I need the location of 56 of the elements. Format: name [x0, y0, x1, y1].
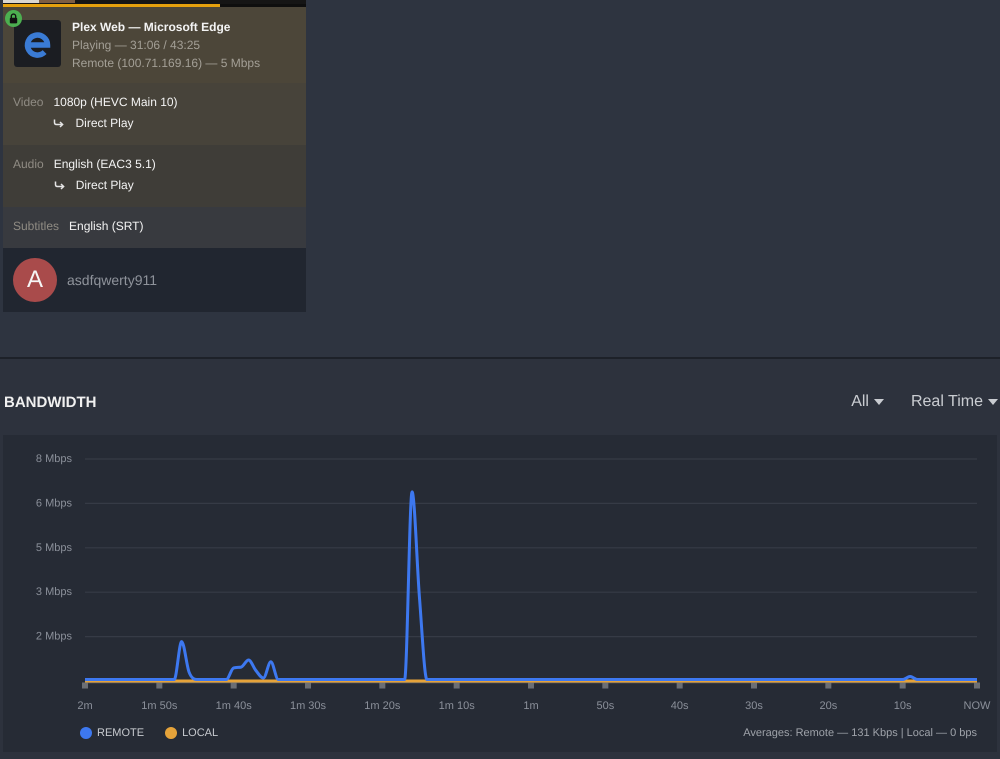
axis-tick-mark [602, 682, 608, 688]
axis-tick-mark [528, 682, 534, 688]
x-tick-label: 30s [745, 700, 763, 712]
axis-tick-mark [230, 682, 237, 688]
section-title: BANDWIDTH [4, 394, 96, 410]
stream-decision: Direct Play [75, 115, 134, 132]
axis-tick-mark [305, 682, 311, 688]
user-name: asdfqwerty911 [67, 272, 158, 288]
player-title: Plex Web — Microsoft Edge [72, 19, 230, 36]
playback-status: Playing — 31:06 / 43:25 [72, 37, 200, 54]
stream-decision: Direct Play [76, 177, 134, 194]
stream-value: 1080p (HEVC Main 10) [53, 94, 178, 111]
x-tick-label: 10s [894, 700, 912, 712]
x-tick-label: 40s [670, 700, 689, 712]
x-tick-label: 2m [77, 700, 93, 712]
x-tick-label: 1m 10s [438, 700, 475, 712]
stream-label: Subtitles [13, 218, 60, 235]
turn-arrow-icon [54, 181, 65, 190]
filter-dropdown[interactable]: Real Time [910, 393, 998, 411]
connection-info: Remote (100.71.169.16) — 5 Mbps [72, 55, 260, 72]
x-tick-label: 1m 40s [216, 700, 252, 712]
caret-icon [874, 399, 884, 405]
axis-tick-mark [751, 682, 757, 688]
x-tick-label: NOW [964, 700, 990, 712]
axis-tick-mark [825, 682, 832, 688]
axis-tick-mark [676, 682, 683, 688]
y-tick-label: 5 Mbps [36, 542, 72, 554]
browser-logo-icon [14, 20, 61, 67]
x-tick-label: 20s [819, 700, 838, 712]
axis-tick-mark [900, 682, 906, 688]
x-tick-label: 1m [523, 700, 539, 712]
filter-dropdown[interactable]: All [851, 393, 884, 411]
averages-text: Averages: Remote — 131 Kbps | Local — 0 bps [743, 727, 977, 739]
axis-tick-mark [156, 682, 162, 688]
y-tick-label: 6 Mbps [36, 497, 72, 510]
photo-placeholder [3, 0, 75, 3]
stream-label: Audio [13, 156, 44, 173]
stream-value: English (EAC3 5.1) [54, 156, 156, 173]
caret-icon [988, 399, 998, 405]
axis-tick-mark [379, 682, 386, 688]
y-tick-label: 2 Mbps [36, 630, 72, 643]
stream-label: Video [13, 94, 44, 111]
axis-tick-mark [974, 682, 980, 688]
x-tick-label: 1m 30s [290, 700, 326, 712]
turn-arrow-icon [53, 119, 64, 128]
x-tick-label: 1m 50s [141, 700, 178, 712]
y-tick-label: 8 Mbps [36, 453, 72, 465]
legend-label: LOCAL [182, 727, 218, 739]
axis-tick-mark [454, 682, 460, 688]
y-tick-label: 3 Mbps [36, 586, 72, 598]
x-tick-label: 1m 20s [364, 700, 400, 712]
axis-tick-mark [82, 682, 88, 688]
stream-value: English (SRT) [69, 218, 144, 235]
user-avatar: A [13, 258, 57, 302]
legend-label: REMOTE [97, 727, 144, 739]
x-tick-label: 50s [596, 700, 614, 712]
